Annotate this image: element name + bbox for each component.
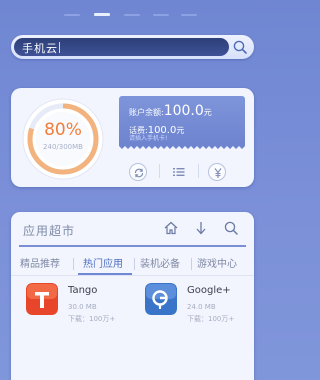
app-downloads: 下载：100万+	[187, 315, 235, 323]
search-button[interactable]	[232, 39, 248, 55]
charge-unit: 元	[176, 126, 185, 135]
title-divider	[19, 245, 246, 247]
tab-essentials[interactable]: 装机必备	[140, 255, 180, 270]
account-card: 80% 240/300MB 账户余额:100.0元 话费:100.0元 请插入手…	[11, 88, 254, 187]
tab-divider	[134, 258, 135, 270]
recharge-button[interactable]	[208, 163, 226, 181]
action-divider	[159, 164, 160, 178]
google-plus-icon	[145, 283, 177, 315]
app-size: 30.0 MB	[68, 303, 97, 311]
sim-hint: 请插入手机卡!	[129, 135, 168, 142]
home-button[interactable]	[163, 220, 179, 236]
home-icon	[164, 221, 178, 235]
text-caret	[59, 42, 60, 53]
balance-unit: 元	[203, 108, 212, 117]
app-name: Tango	[68, 285, 98, 296]
search-query: 手机云	[22, 42, 58, 55]
store-search-button[interactable]	[223, 220, 239, 236]
search-bar: 手机云	[11, 35, 254, 59]
storage-percent: 80%	[44, 120, 82, 140]
app-downloads: 下载：100万+	[68, 315, 116, 323]
download-button[interactable]	[193, 220, 209, 236]
tab-popular[interactable]: 热门应用	[83, 255, 123, 270]
page-indicator	[0, 12, 265, 18]
refresh-icon	[134, 168, 144, 178]
page-dot-1[interactable]	[64, 14, 80, 16]
search-input[interactable]: 手机云	[14, 38, 229, 56]
tab-divider	[73, 258, 74, 270]
list-icon	[173, 168, 185, 176]
app-item-tango[interactable]: Tango 30.0 MB 下载：100万+	[22, 283, 132, 327]
refresh-button[interactable]	[129, 163, 147, 181]
store-tabs: 精品推荐 热门应用 装机必备 游戏中心	[11, 253, 254, 275]
page-dot-4[interactable]	[153, 14, 169, 16]
app-item-google-plus[interactable]: Google+ 24.0 MB 下载：100万+	[141, 283, 251, 327]
yuan-icon	[214, 168, 222, 178]
list-button[interactable]	[169, 163, 187, 181]
balance-label: 账户余额:	[129, 108, 164, 117]
tabs-baseline	[11, 275, 254, 276]
page-dot-5[interactable]	[181, 14, 197, 16]
page-dot-3[interactable]	[124, 14, 140, 16]
tab-divider	[191, 258, 192, 270]
tab-games[interactable]: 游戏中心	[197, 255, 237, 270]
search-icon	[233, 40, 247, 54]
page-dot-2-active[interactable]	[94, 13, 110, 16]
app-size: 24.0 MB	[187, 303, 216, 311]
download-arrow-icon	[196, 222, 206, 235]
search-icon	[224, 221, 238, 235]
app-store-card: 应用超市 精品推荐 热门应用 装机必备 游戏中心 Tango 30.0 MB 下…	[11, 212, 254, 380]
tab-featured[interactable]: 精品推荐	[20, 255, 60, 270]
balance-ticket: 账户余额:100.0元 话费:100.0元 请插入手机卡!	[119, 96, 245, 144]
app-name: Google+	[187, 285, 231, 296]
action-divider	[198, 164, 199, 178]
balance-value: 100.0	[163, 103, 204, 119]
ticket-edge	[119, 144, 245, 149]
storage-usage: 240/300MB	[43, 143, 83, 151]
store-title: 应用超市	[23, 224, 76, 238]
tango-icon	[26, 283, 58, 315]
